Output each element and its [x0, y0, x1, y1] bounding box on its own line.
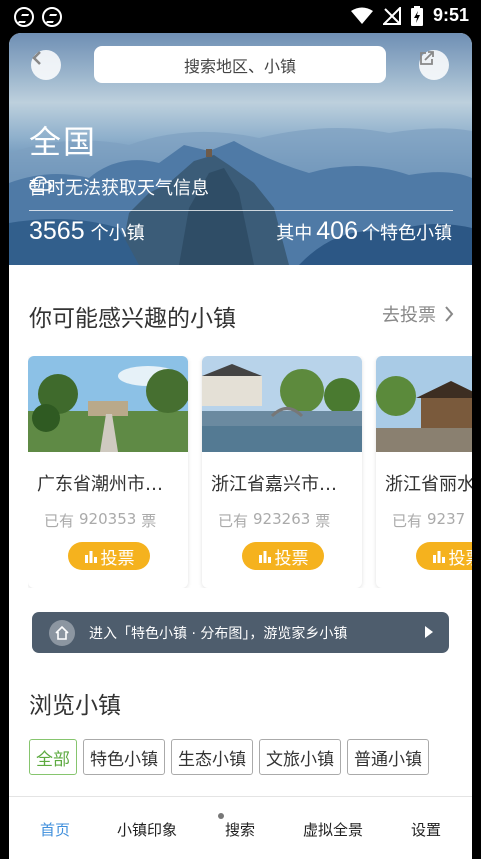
- filter-ecological[interactable]: 生态小镇: [171, 739, 253, 775]
- clock: 9:51: [432, 5, 469, 25]
- wifi-icon: [350, 7, 373, 24]
- vote-prefix: 已有: [44, 512, 75, 530]
- go-vote-link[interactable]: 去投票: [382, 301, 454, 327]
- weather-text: 暂时无法获取天气信息: [29, 178, 209, 199]
- app-notification-icon: [14, 7, 34, 27]
- nav-home[interactable]: 首页: [40, 819, 70, 840]
- play-icon: [425, 626, 433, 638]
- app-screen: 搜索地区、小镇 全国 暂时无法获取天气信息 3565 个小镇 其中 406 个特…: [9, 33, 472, 859]
- town-card[interactable]: 浙江省嘉兴市… 已有 923263 票 投票: [202, 356, 362, 588]
- vote-number: 923263: [253, 510, 311, 528]
- total-count-suffix: 个小镇: [90, 223, 145, 244]
- town-card[interactable]: 浙江省丽水 已有 9237 投票: [376, 356, 472, 588]
- vote-button-label: 投票: [274, 548, 309, 569]
- town-photo: [202, 356, 362, 452]
- filter-featured[interactable]: 特色小镇: [83, 739, 165, 775]
- bar-chart-icon: [258, 551, 271, 563]
- weather-info: 暂时无法获取天气信息: [29, 174, 209, 200]
- vote-button-label: 投票: [448, 548, 473, 569]
- town-photo: [28, 356, 188, 452]
- go-vote-label: 去投票: [382, 305, 436, 326]
- vote-button[interactable]: 投票: [416, 542, 472, 570]
- app-notification-icon: [42, 7, 62, 27]
- town-card-list[interactable]: 广东省潮州市… 已有 920353 票 投票 浙江省嘉兴市… 已有 923263…: [28, 356, 472, 588]
- nav-virtual-panorama[interactable]: 虚拟全景: [303, 819, 363, 840]
- featured-prefix: 其中: [276, 223, 313, 244]
- battery-charging-icon: [410, 5, 423, 26]
- interest-section-title: 你可能感兴趣的小镇: [29, 306, 236, 332]
- vote-number: 9237: [427, 510, 466, 528]
- search-input[interactable]: 搜索地区、小镇: [94, 46, 386, 83]
- vote-count: 已有 920353 票: [44, 510, 156, 531]
- chevron-left-icon: [32, 51, 41, 65]
- back-button[interactable]: [31, 50, 61, 80]
- region-title: 全国: [29, 123, 98, 161]
- filter-ordinary[interactable]: 普通小镇: [347, 739, 429, 775]
- bar-chart-icon: [432, 551, 445, 563]
- vote-number: 920353: [79, 510, 137, 528]
- chevron-right-icon: [445, 306, 454, 322]
- vote-count: 已有 923263 票: [218, 510, 330, 531]
- vote-suffix: 票: [141, 512, 157, 530]
- featured-suffix: 个特色小镇: [362, 223, 452, 244]
- status-bar: 9:51: [0, 0, 481, 33]
- nav-settings[interactable]: 设置: [411, 819, 441, 840]
- share-button[interactable]: [419, 50, 449, 80]
- vote-suffix: 票: [315, 512, 331, 530]
- hero-banner: 搜索地区、小镇 全国 暂时无法获取天气信息 3565 个小镇 其中 406 个特…: [9, 33, 472, 265]
- filter-cultural-tourism[interactable]: 文旅小镇: [259, 739, 341, 775]
- vote-button[interactable]: 投票: [68, 542, 150, 570]
- vote-count: 已有 9237: [392, 510, 465, 531]
- house-icon: [49, 619, 75, 646]
- nav-town-impression[interactable]: 小镇印象: [117, 819, 177, 840]
- search-placeholder: 搜索地区、小镇: [183, 56, 296, 76]
- no-signal-icon: [382, 6, 401, 25]
- notification-dot: [218, 813, 224, 819]
- vote-button[interactable]: 投票: [242, 542, 324, 570]
- cloud-icon: [29, 176, 52, 191]
- town-name: 浙江省嘉兴市…: [211, 474, 337, 495]
- distribution-map-banner[interactable]: 进入「特色小镇 · 分布图」，游览家乡小镇: [32, 612, 449, 653]
- town-photo: [376, 356, 472, 452]
- nav-search[interactable]: 搜索: [225, 819, 255, 840]
- filter-all[interactable]: 全部: [29, 739, 77, 775]
- divider: [29, 210, 453, 211]
- featured-town-count: 其中 406 个特色小镇: [276, 217, 452, 246]
- bar-chart-icon: [84, 551, 97, 563]
- vote-prefix: 已有: [218, 512, 249, 530]
- share-icon: [420, 51, 434, 65]
- total-count-number: 3565: [29, 217, 85, 245]
- town-name: 广东省潮州市…: [37, 474, 163, 495]
- browse-section-title: 浏览小镇: [29, 693, 121, 719]
- featured-count-number: 406: [316, 217, 358, 245]
- vote-button-label: 投票: [100, 548, 135, 569]
- banner-text: 进入「特色小镇 · 分布图」，游览家乡小镇: [89, 625, 348, 642]
- category-filters: 全部 特色小镇 生态小镇 文旅小镇 普通小镇: [29, 739, 429, 775]
- town-name: 浙江省丽水: [385, 474, 472, 495]
- total-town-count: 3565 个小镇: [29, 217, 145, 246]
- vote-prefix: 已有: [392, 512, 423, 530]
- town-card[interactable]: 广东省潮州市… 已有 920353 票 投票: [28, 356, 188, 588]
- bottom-navigation: 首页 小镇印象 搜索 虚拟全景 设置: [9, 796, 472, 859]
